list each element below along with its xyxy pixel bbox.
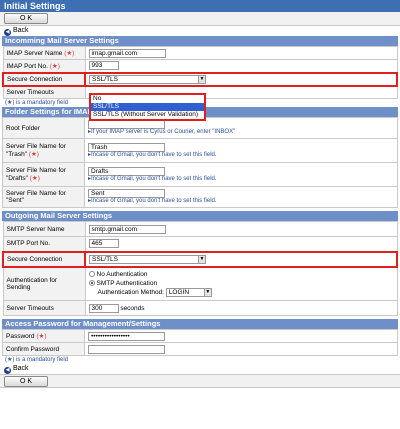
back-label: Back [13,27,29,34]
smtp-server-input[interactable]: smtp.gmail.com [88,224,166,234]
folder-section: Folder Settings for IMAP Server Root Fol… [2,107,398,208]
ok-button-bottom[interactable]: O K [4,376,48,387]
dropdown-option-no[interactable]: No [91,95,204,103]
secure-connection-label: Secure Connection [7,75,63,83]
password-input[interactable]: ••••••••••••••••• [88,331,165,341]
auth-method-label: Authentication Method: [97,289,165,297]
radio-unchecked-icon [88,271,95,278]
bottom-toolbar: O K [0,374,400,388]
back-label: Back [13,365,29,372]
mandatory-note-bottom: (★) is a mandatory field [5,357,69,363]
required-star: (★) [28,151,39,158]
imap-port-label: IMAP Port No. [6,62,48,70]
secure-connection-value: SSL/TLS [92,75,119,83]
required-star: (★) [64,50,75,57]
smtp-server-label: SMTP Server Name [6,225,65,233]
imap-port-input[interactable]: 993 [88,61,119,71]
imap-server-input[interactable]: imap.gmail.com [88,48,166,58]
chevron-down-icon: ▼ [198,255,205,263]
root-folder-hint: If your IMAP server is Cyrus or Courier,… [88,129,394,136]
password-label: Password [6,333,35,340]
chevron-down-icon: ▼ [203,289,211,297]
ok-button-top[interactable]: O K [4,13,48,24]
required-star: (★) [36,333,47,340]
imap-server-label: IMAP Server Name [6,50,63,57]
secure-connection-dropdown: No SSL/TLS SSL/TLS (Without Server Valid… [89,93,206,121]
radio-checked-icon [88,280,95,287]
sent-folder-hint: Incase of Gmail, you don't have to set t… [88,198,394,205]
drafts-folder-hint: Incase of Gmail, you don't have to set t… [88,176,394,183]
timeout-unit: seconds [120,304,145,312]
outgoing-section: Outgoing Mail Server Settings SMTP Serve… [2,211,398,316]
root-folder-input[interactable] [88,120,165,129]
incoming-timeout-label: Server Timeouts [6,88,54,96]
secure-connection-select[interactable]: SSL/TLS ▼ [89,74,206,84]
chevron-down-icon: ▼ [198,75,205,83]
dropdown-option-ssl-noverify[interactable]: SSL/TLS (Without Server Validation) [91,111,204,119]
smtp-port-input[interactable]: 465 [88,239,119,249]
smtp-timeout-input[interactable]: 300 [88,303,119,313]
back-link-top[interactable]: ◀ Back [0,26,400,36]
back-arrow-icon: ◀ [4,29,11,36]
auth-option-none[interactable]: No Authentication [88,270,394,279]
sent-folder-input[interactable]: Sent [88,189,165,198]
auth-option-smtp[interactable]: SMTP Authentication [88,279,394,288]
auth-method-select[interactable]: LOGIN ▼ [165,288,212,298]
smtp-secure-connection-value: SSL/TLS [92,255,119,263]
access-section: Access Password for Management/Settings … [2,319,398,364]
confirm-password-label: Confirm Password [6,345,60,353]
drafts-folder-input[interactable]: Drafts [88,166,165,176]
back-arrow-icon: ◀ [4,367,11,374]
auth-none-label: No Authentication [96,271,148,279]
auth-sending-label: Authentication for Sending [6,276,58,291]
access-header: Access Password for Management/Settings [2,319,398,329]
smtp-timeout-label: Server Timeouts [6,304,54,312]
page-title: Initial Settings [0,0,400,12]
sent-folder-label: Server File Name for "Sent" [6,190,66,204]
secure-connection-label-cell: Secure Connection [2,71,86,87]
top-toolbar: O K [0,12,400,26]
smtp-secure-connection-select[interactable]: SSL/TLS ▼ [89,254,206,264]
auth-smtp-label: SMTP Authentication [96,280,158,288]
outgoing-header: Outgoing Mail Server Settings [2,211,398,221]
trash-folder-hint: Incase of Gmail, you don't have to set t… [88,152,394,159]
required-star: (★) [29,175,40,182]
back-link-bottom[interactable]: ◀ Back [0,364,400,374]
trash-folder-input[interactable]: Trash [88,142,165,152]
required-star: (★) [49,62,60,70]
auth-method-value: LOGIN [168,289,190,297]
smtp-port-label: SMTP Port No. [6,240,51,248]
confirm-password-input[interactable] [88,344,165,354]
root-folder-label: Root Folder [6,124,40,132]
incoming-header: Incomming Mail Server Settings [2,36,398,46]
dropdown-option-ssl[interactable]: SSL/TLS [91,103,204,111]
smtp-secure-connection-label: Secure Connection [7,255,63,263]
